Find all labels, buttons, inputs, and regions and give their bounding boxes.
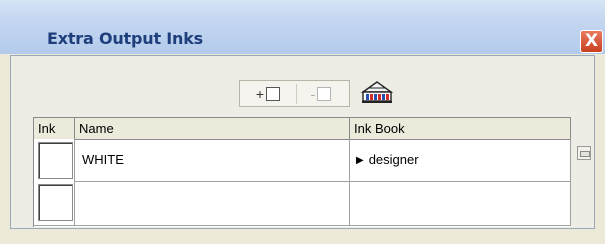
column-header-ink[interactable]: Ink — [34, 118, 75, 139]
expand-arrow-icon[interactable]: ▶ — [356, 155, 364, 166]
collapse-icon[interactable] — [577, 146, 591, 160]
ink-toolbar: + - — [239, 80, 350, 107]
inks-table: Ink Name Ink Book WHITE ▶ designer — [33, 117, 571, 227]
table-header: Ink Name Ink Book — [34, 118, 571, 140]
remove-label: - — [310, 86, 316, 102]
extra-output-inks-window: Extra Output Inks X + - Ink Name Ink Boo… — [0, 0, 605, 244]
ink-cell[interactable] — [34, 139, 75, 181]
ink-book-value: designer — [368, 152, 419, 167]
ink-book-cell[interactable]: ▶ designer — [350, 139, 571, 181]
add-ink-icon — [266, 87, 281, 101]
ink-book-cell[interactable] — [350, 181, 571, 225]
column-header-name[interactable]: Name — [75, 118, 350, 139]
add-label: + — [255, 86, 265, 102]
column-header-ink-book[interactable]: Ink Book — [350, 118, 571, 139]
ink-name-cell[interactable] — [75, 181, 350, 225]
title-bar[interactable]: Extra Output Inks X — [0, 0, 605, 54]
ink-color-swatch[interactable] — [38, 142, 73, 179]
close-button[interactable]: X — [580, 30, 603, 53]
table-row[interactable] — [34, 181, 571, 226]
remove-ink-icon — [317, 87, 332, 101]
ink-book-icon[interactable] — [360, 79, 394, 105]
window-title: Extra Output Inks — [47, 29, 203, 48]
ink-cell[interactable] — [34, 181, 75, 225]
add-ink-button[interactable]: + — [244, 84, 292, 104]
ink-name-cell[interactable]: WHITE — [75, 139, 350, 181]
remove-ink-button[interactable]: - — [296, 84, 345, 104]
ink-color-swatch[interactable] — [38, 184, 73, 221]
table-row[interactable]: WHITE ▶ designer — [34, 139, 571, 182]
